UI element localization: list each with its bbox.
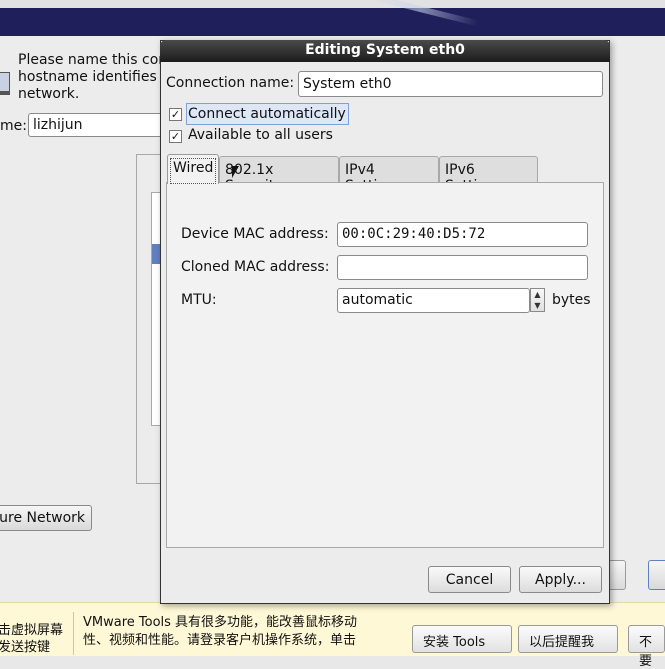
cancel-button[interactable]: Cancel bbox=[428, 566, 511, 593]
connect-automatically-label[interactable]: Connect automatically bbox=[186, 103, 349, 125]
vmware-hint-line-1: 击虚拟屏幕 bbox=[0, 623, 64, 638]
hostname-label: me: bbox=[0, 118, 27, 134]
hostname-info-line-1: Please name this com bbox=[18, 52, 172, 68]
vmware-hint-line-2: 发送按键 bbox=[0, 640, 51, 655]
mouse-pointer-icon bbox=[232, 166, 239, 178]
connection-name-input[interactable]: System eth0 bbox=[298, 71, 603, 97]
connection-name-label: Connection name: bbox=[166, 75, 295, 91]
installer-banner bbox=[0, 0, 665, 36]
tab-wired-focus-ring bbox=[170, 158, 216, 184]
mtu-input[interactable]: automatic bbox=[337, 288, 530, 313]
device-mac-label: Device MAC address: bbox=[181, 226, 329, 242]
chevron-up-icon[interactable]: ▲ bbox=[531, 289, 544, 300]
tab-ipv4-settings[interactable]: IPv4 Settings bbox=[339, 156, 439, 194]
connect-automatically-checkbox[interactable]: ✓ bbox=[169, 108, 182, 121]
chevron-down-icon[interactable]: ▼ bbox=[531, 300, 544, 311]
hostname-input[interactable]: lizhijun bbox=[28, 113, 168, 137]
computer-icon bbox=[0, 72, 10, 92]
mtu-unit-label: bytes bbox=[552, 292, 591, 308]
available-to-all-users-checkbox[interactable]: ✓ bbox=[169, 130, 182, 143]
hostname-info-line-2: hostname identifies t bbox=[18, 69, 167, 85]
vmware-message-line-1: VMware Tools 具有很多功能，能改善鼠标移动 bbox=[83, 615, 358, 630]
dialog-title: Editing System eth0 bbox=[305, 42, 465, 58]
configure-network-button[interactable]: gure Network bbox=[0, 505, 92, 531]
device-mac-input[interactable]: 00:0C:29:40:D5:72 bbox=[337, 222, 588, 247]
mtu-label: MTU: bbox=[181, 292, 217, 308]
cloned-mac-label: Cloned MAC address: bbox=[181, 259, 330, 275]
tab-ipv6-settings[interactable]: IPv6 Settings bbox=[439, 156, 538, 194]
next-button[interactable] bbox=[648, 560, 665, 590]
install-tools-button[interactable]: 安装 Tools bbox=[412, 625, 512, 653]
vmware-hint-text: 击虚拟屏幕 发送按键 bbox=[0, 622, 63, 656]
mtu-stepper[interactable]: ▲ ▼ bbox=[530, 288, 545, 312]
banner-top-strip bbox=[0, 0, 665, 8]
available-to-all-users-label[interactable]: Available to all users bbox=[188, 127, 333, 143]
vmware-bar-divider bbox=[73, 612, 74, 655]
remind-later-button[interactable]: 以后提醒我 bbox=[518, 625, 618, 653]
computer-icon-base bbox=[0, 92, 10, 95]
apply-button[interactable]: Apply... bbox=[519, 566, 602, 593]
never-remind-button[interactable]: 不要 bbox=[628, 625, 665, 669]
hostname-info-line-3: network. bbox=[18, 86, 80, 102]
vmware-tools-message: VMware Tools 具有很多功能，能改善鼠标移动 性、视频和性能。请登录客… bbox=[83, 614, 357, 650]
cloned-mac-input[interactable] bbox=[337, 255, 588, 280]
vmware-message-line-2: 性、视频和性能。请登录客户机操作系统，单击 bbox=[83, 633, 357, 648]
